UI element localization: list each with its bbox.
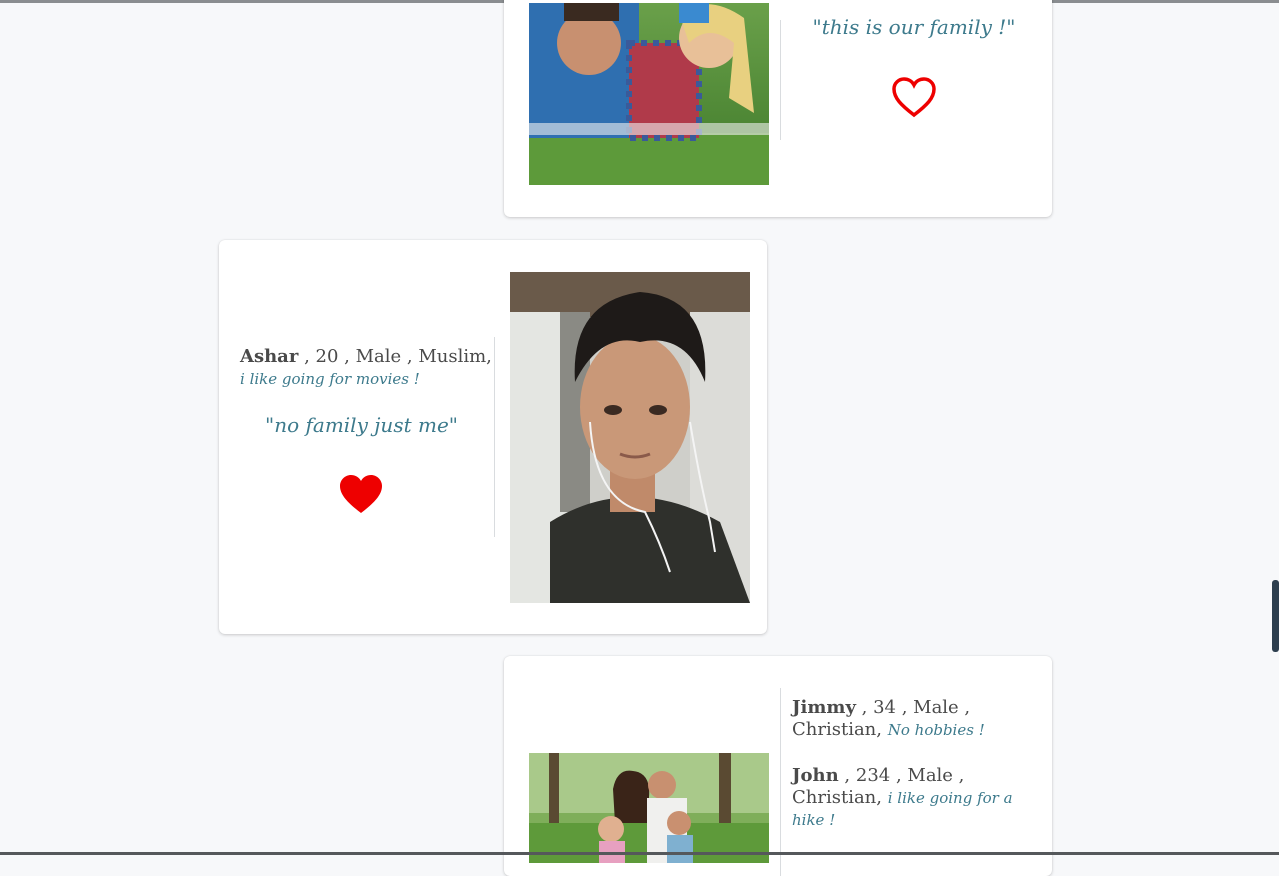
person-name: Jimmy bbox=[792, 697, 856, 718]
person-john: John , 234 , Male , Christian, i like go… bbox=[792, 765, 1040, 831]
scrollbar-thumb[interactable] bbox=[1272, 580, 1279, 652]
card-divider bbox=[494, 337, 495, 537]
person-name: Ashar bbox=[240, 346, 299, 367]
scrollbar-track[interactable] bbox=[1271, 3, 1279, 852]
person-info: Ashar , 20 , Male , Muslim, i like going… bbox=[240, 346, 495, 390]
person-name: John bbox=[792, 765, 839, 786]
person-jimmy: Jimmy , 34 , Male , Christian, No hobbie… bbox=[792, 697, 1040, 741]
post-card-jimmy-john: Jimmy , 34 , Male , Christian, No hobbie… bbox=[504, 656, 1052, 876]
person-hobby: No hobbies ! bbox=[887, 721, 985, 739]
post-quote: "no family just me" bbox=[265, 413, 458, 437]
card-divider bbox=[780, 688, 781, 876]
post-card-ashar: Ashar , 20 , Male , Muslim, i like going… bbox=[219, 240, 767, 634]
like-heart-outline-icon[interactable] bbox=[891, 76, 937, 122]
family-quote: "this is our family !" bbox=[812, 15, 1016, 39]
person-hobby: i like going for movies ! bbox=[240, 370, 420, 388]
family-couple-photo bbox=[529, 3, 769, 185]
post-card-family: "this is our family !" bbox=[504, 0, 1052, 217]
people-info: Jimmy , 34 , Male , Christian, No hobbie… bbox=[792, 697, 1040, 843]
card-divider bbox=[780, 20, 781, 140]
like-heart-filled-icon[interactable] bbox=[338, 473, 384, 519]
young-man-selfie bbox=[510, 272, 750, 603]
family-park-photo bbox=[529, 753, 769, 863]
person-details: , 20 , Male , Muslim, bbox=[298, 346, 492, 367]
